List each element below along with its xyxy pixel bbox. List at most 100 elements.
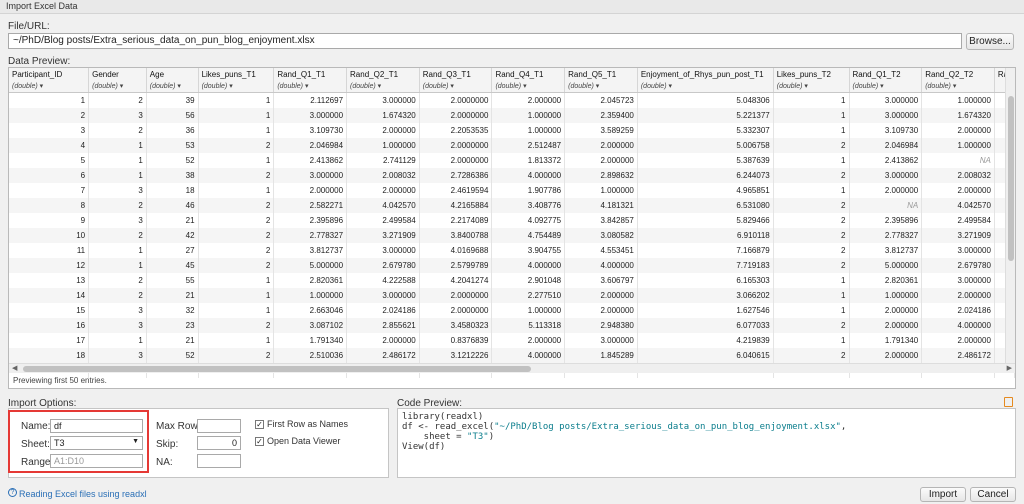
table-cell: 4.000000 <box>491 167 566 183</box>
table-cell: 2.046984 <box>849 137 923 153</box>
column-header[interactable]: Age (double) ▾ <box>146 68 199 93</box>
vertical-scrollbar[interactable] <box>1005 68 1015 363</box>
column-header[interactable]: Rand_Q2_T1 (double) ▾ <box>346 68 420 93</box>
column-type-dropdown-icon[interactable]: ▾ <box>118 83 124 90</box>
column-header[interactable]: Gender (double) ▾ <box>88 68 147 93</box>
table-cell: 3.109730 <box>273 122 348 138</box>
vertical-scroll-thumb[interactable] <box>1008 96 1014 261</box>
table-cell: 2.000000 <box>346 122 420 138</box>
column-type[interactable]: (double) ▾ <box>777 82 846 90</box>
skip-input[interactable]: 0 <box>197 436 241 450</box>
column-type-dropdown-icon[interactable]: ▾ <box>303 83 309 90</box>
table-cell: 6.531080 <box>637 197 774 213</box>
table-cell: 18 <box>146 182 199 198</box>
first-row-as-names-checkbox[interactable]: ✓ <box>255 420 264 429</box>
table-cell: 2.778327 <box>849 227 923 243</box>
table-cell: 2.0000000 <box>419 302 493 318</box>
table-cell: 2.741129 <box>346 152 420 168</box>
column-type-dropdown-icon[interactable]: ▾ <box>376 83 382 90</box>
scroll-left-icon[interactable]: ◀ <box>12 364 17 372</box>
column-header[interactable]: Rand_Q2_T2 (double) ▾ <box>921 68 995 93</box>
table-cell: 2.024186 <box>921 302 995 318</box>
cancel-button[interactable]: Cancel <box>970 487 1016 502</box>
column-type[interactable]: (double) ▾ <box>92 82 143 90</box>
column-type[interactable]: (double) ▾ <box>350 82 416 90</box>
table-row: 7 3 18 1 2.000000 2.000000 2.4619594 1.907786 1.… <box>9 182 1015 198</box>
table-cell: 2 <box>773 212 850 228</box>
table-cell: 7.166879 <box>637 242 774 258</box>
file-url-input[interactable]: ~/PhD/Blog posts/Extra_serious_data_on_p… <box>8 33 962 49</box>
browse-button[interactable]: Browse... <box>966 33 1014 50</box>
column-type-dropdown-icon[interactable]: ▾ <box>227 83 233 90</box>
column-type-dropdown-icon[interactable]: ▾ <box>667 83 672 90</box>
column-header[interactable]: Likes_puns_T1 (double) ▾ <box>198 68 275 93</box>
column-type[interactable]: (double) ▾ <box>853 82 919 90</box>
table-cell: 1 <box>9 92 90 108</box>
table-cell: 55 <box>146 272 199 288</box>
import-button[interactable]: Import <box>920 487 966 502</box>
table-cell: 1.813372 <box>491 152 566 168</box>
column-type[interactable]: (double) ▾ <box>150 82 195 90</box>
column-type-dropdown-icon[interactable]: ▾ <box>521 83 527 90</box>
column-type[interactable]: (double) ▾ <box>568 82 634 90</box>
table-cell: 3.000000 <box>849 92 923 108</box>
table-row: 17 1 21 1 1.791340 2.000000 0.8376839 2.000000 3… <box>9 332 1015 348</box>
scroll-right-icon[interactable]: ▶ <box>1007 364 1012 372</box>
table-cell: 4.092775 <box>491 212 566 228</box>
column-header[interactable]: Likes_puns_T2 (double) ▾ <box>773 68 850 93</box>
table-cell: 1 <box>198 302 275 318</box>
table-cell: 5 <box>9 152 90 168</box>
column-header[interactable]: Rand_Q4_T1 (double) ▾ <box>491 68 566 93</box>
table-cell: 5.048306 <box>637 92 774 108</box>
table-cell: 3.000000 <box>849 107 923 123</box>
table-cell: 4.2041274 <box>419 272 493 288</box>
table-cell: 46 <box>146 197 199 213</box>
column-type-dropdown-icon[interactable]: ▾ <box>878 83 884 90</box>
column-header[interactable]: Enjoyment_of_Rhys_pun_post_T1 (double) ▾ <box>637 68 774 93</box>
column-type-dropdown-icon[interactable]: ▾ <box>175 83 181 90</box>
column-type-dropdown-icon[interactable]: ▾ <box>594 83 600 90</box>
table-cell: 2 <box>88 92 147 108</box>
table-cell: 1 <box>198 92 275 108</box>
table-cell: 5.829466 <box>637 212 774 228</box>
column-header[interactable]: Participant_ID (double) ▾ <box>9 68 90 93</box>
table-cell: 2 <box>198 167 275 183</box>
table-cell: 4.0169688 <box>419 242 493 258</box>
help-icon[interactable]: ? <box>8 488 17 497</box>
copy-icon[interactable] <box>1004 397 1013 407</box>
max-rows-input[interactable] <box>197 419 241 433</box>
column-type-dropdown-icon[interactable]: ▾ <box>802 83 808 90</box>
column-header[interactable]: Rand_Q1_T1 (double) ▾ <box>273 68 348 93</box>
na-input[interactable] <box>197 454 241 468</box>
table-cell: 3.408776 <box>491 197 566 213</box>
column-type[interactable]: (double) ▾ <box>423 82 489 90</box>
table-cell: 1 <box>88 332 147 348</box>
column-type-dropdown-icon[interactable]: ▾ <box>951 83 957 90</box>
table-row: 10 2 42 2 2.778327 3.271909 3.8400788 4.754489 3… <box>9 227 1015 243</box>
table-cell: 3.904755 <box>491 242 566 258</box>
table-cell: 1 <box>773 272 850 288</box>
column-header[interactable]: Rand_Q1_T2 (double) ▾ <box>849 68 923 93</box>
column-type-dropdown-icon[interactable]: ▾ <box>448 83 454 90</box>
column-type[interactable]: (double) ▾ <box>641 82 770 90</box>
column-header[interactable]: Rand_Q5_T1 (double) ▾ <box>564 68 638 93</box>
open-data-viewer-checkbox[interactable]: ✓ <box>255 437 264 446</box>
table-cell: 2.4619594 <box>419 182 493 198</box>
table-cell: 2.045723 <box>564 92 638 108</box>
table-cell: 2.499584 <box>346 212 420 228</box>
column-type[interactable]: (double) ▾ <box>202 82 271 90</box>
column-type[interactable]: (double) ▾ <box>495 82 561 90</box>
data-preview-grid[interactable]: Participant_ID (double) ▾ Gender (double) ▾… <box>8 67 1016 389</box>
column-type[interactable]: (double) ▾ <box>277 82 343 90</box>
column-name: Rand_Q1_T2 <box>852 70 901 79</box>
column-type-dropdown-icon[interactable]: ▾ <box>38 83 44 90</box>
horizontal-scrollbar[interactable]: ◀ ▶ <box>9 363 1015 373</box>
column-type[interactable]: (double) ▾ <box>12 82 85 90</box>
help-link[interactable]: Reading Excel files using readxl <box>19 489 147 499</box>
table-cell: 16 <box>9 317 90 333</box>
column-type[interactable]: (double) ▾ <box>925 82 991 90</box>
table-cell: 6.077033 <box>637 317 774 333</box>
column-header[interactable]: Rand_Q3_T1 (double) ▾ <box>419 68 493 93</box>
horizontal-scroll-thumb[interactable] <box>23 366 531 372</box>
table-row: 14 2 21 1 1.000000 3.000000 2.0000000 2.277510 2… <box>9 287 1015 303</box>
